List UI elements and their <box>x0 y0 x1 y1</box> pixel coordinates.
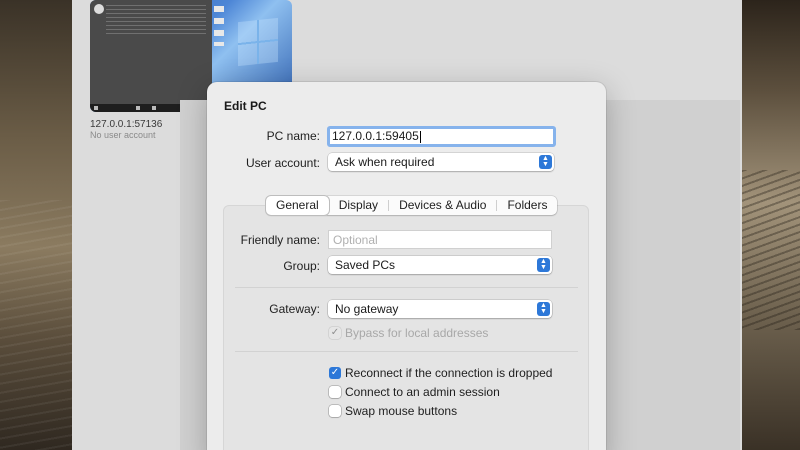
friendly-name-field[interactable]: Optional <box>328 230 552 249</box>
thumbnail-subtitle: No user account <box>90 130 156 140</box>
bypass-local-checkbox[interactable]: ✓ <box>329 327 341 339</box>
user-account-value: Ask when required <box>335 155 435 169</box>
group-label: Group: <box>283 259 320 273</box>
swap-mouse-label: Swap mouse buttons <box>345 404 458 418</box>
swap-mouse-checkbox[interactable] <box>329 405 341 417</box>
edit-pc-dialog: Edit PC PC name: 127.0.0.1:59405 User ac… <box>207 82 606 450</box>
reconnect-checkbox[interactable]: ✓ <box>329 367 341 379</box>
chevron-up-down-icon: ▲ ▼ <box>539 155 552 169</box>
desktop-wallpaper-left <box>0 0 72 450</box>
bypass-local-label: Bypass for local addresses <box>345 326 489 340</box>
text-caret <box>419 130 421 143</box>
thumbnail-title: 127.0.0.1:57136 <box>90 119 163 130</box>
group-popup[interactable]: Saved PCs ▲ ▼ <box>328 256 552 274</box>
thumbnail-start-panel <box>90 0 212 104</box>
dialog-title: Edit PC <box>224 99 267 113</box>
user-account-label: User account: <box>245 156 320 170</box>
admin-session-label: Connect to an admin session <box>345 385 500 399</box>
group-value: Saved PCs <box>335 258 396 272</box>
friendly-name-placeholder: Optional <box>333 233 378 247</box>
tab-devices-audio[interactable]: Devices & Audio <box>389 196 496 215</box>
section-divider <box>235 287 578 288</box>
windows-logo-icon <box>238 17 278 67</box>
reconnect-label: Reconnect if the connection is dropped <box>345 366 553 380</box>
desktop-wallpaper-right <box>742 0 800 450</box>
tab-display[interactable]: Display <box>329 196 388 215</box>
admin-session-checkbox[interactable] <box>329 386 341 398</box>
section-divider <box>235 351 578 352</box>
thumbnail-desktop-icons <box>214 6 224 46</box>
gateway-value: No gateway <box>335 302 399 316</box>
chevron-up-down-icon: ▲ ▼ <box>537 302 550 316</box>
thumbnail-list-rows <box>106 5 206 35</box>
chevron-up-down-icon: ▲ ▼ <box>537 258 550 272</box>
avatar <box>94 4 104 14</box>
friendly-name-label: Friendly name: <box>240 233 320 247</box>
gateway-label: Gateway: <box>269 302 320 316</box>
gateway-popup[interactable]: No gateway ▲ ▼ <box>328 300 552 318</box>
pc-name-field[interactable]: 127.0.0.1:59405 <box>327 126 556 147</box>
tab-general[interactable]: General <box>266 196 329 215</box>
pc-name-label: PC name: <box>266 129 320 143</box>
user-account-popup[interactable]: Ask when required ▲ ▼ <box>328 153 554 171</box>
tab-bar: General Display Devices & Audio Folders <box>266 196 558 215</box>
tab-folders[interactable]: Folders <box>497 196 557 215</box>
pc-name-value: 127.0.0.1:59405 <box>332 129 419 143</box>
